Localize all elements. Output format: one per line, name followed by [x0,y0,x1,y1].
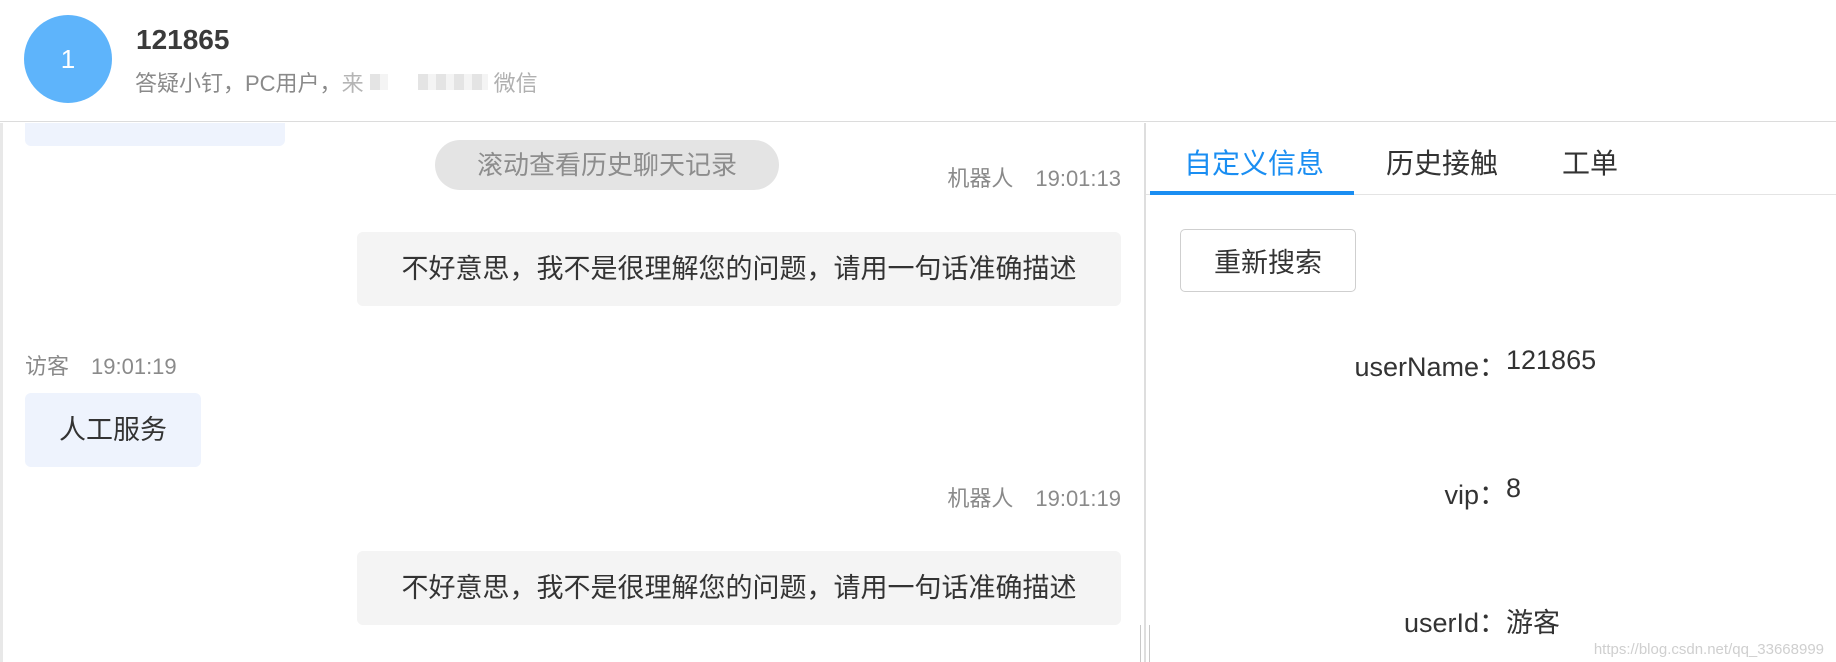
avatar[interactable]: 1 [24,15,112,103]
visitor-message-bubble: 人工服务 [25,393,201,467]
previous-message-bubble [25,123,285,146]
field-label: userId： [1403,608,1506,638]
robot-message-bubble: 不好意思，我不是很理解您的问题，请用一句话准确描述 [357,551,1121,625]
robot-message-bubble: 不好意思，我不是很理解您的问题，请用一句话准确描述 [357,232,1121,306]
redacted-block [369,74,388,90]
visitor-subtitle: 答疑小钉，PC用户， 来 微信 [135,66,538,98]
tab-tickets[interactable]: 工单 [1562,142,1618,182]
tab-custom-info[interactable]: 自定义信息 [1184,142,1324,182]
visitor-subtitle-text: 答疑小钉，PC用户， [135,71,342,96]
field-value: 8 [1506,473,1522,503]
visitor-info-panel: 自定义信息 历史接触 工单 重新搜索 userName： 121865 vip：… [1146,123,1836,662]
field-username: userName： 121865 [1146,345,1596,384]
message-meta: 机器人 19:01:19 [947,481,1121,513]
sender-label: 机器人 [947,486,1014,511]
redacted-block [417,74,488,90]
tab-bar: 自定义信息 历史接触 工单 [1146,123,1836,195]
field-label: userName： [1354,352,1506,382]
field-value: 游客 [1506,608,1560,638]
chat-area[interactable]: 滚动查看历史聊天记录 机器人 19:01:13 不好意思，我不是很理解您的问题，请… [0,123,1144,662]
redacted-end: 微信 [493,71,538,96]
sender-label: 访客 [25,354,70,379]
tab-contact-history[interactable]: 历史接触 [1386,142,1498,182]
message-meta: 机器人 19:01:13 [947,161,1121,193]
message-meta: 访客 19:01:19 [25,349,177,381]
field-userid: userId： 游客 [1146,601,1560,640]
conversation-header: 1 121865 答疑小钉，PC用户， 来 微信 [0,0,1836,122]
redacted-start: 来 [341,71,364,96]
field-label: vip： [1444,480,1506,510]
research-button[interactable]: 重新搜索 [1180,229,1356,292]
watermark: https://blog.csdn.net/qq_33668999 [1593,641,1824,658]
field-value: 121865 [1506,345,1597,375]
message-time: 19:01:19 [91,354,177,379]
field-vip: vip： 8 [1146,473,1521,512]
sender-label: 机器人 [947,166,1014,191]
scroll-history-hint[interactable]: 滚动查看历史聊天记录 [435,140,779,190]
message-time: 19:01:19 [1035,486,1121,511]
message-time: 19:01:13 [1035,166,1121,191]
visitor-name: 121865 [136,24,230,55]
active-tab-indicator [1150,191,1354,195]
